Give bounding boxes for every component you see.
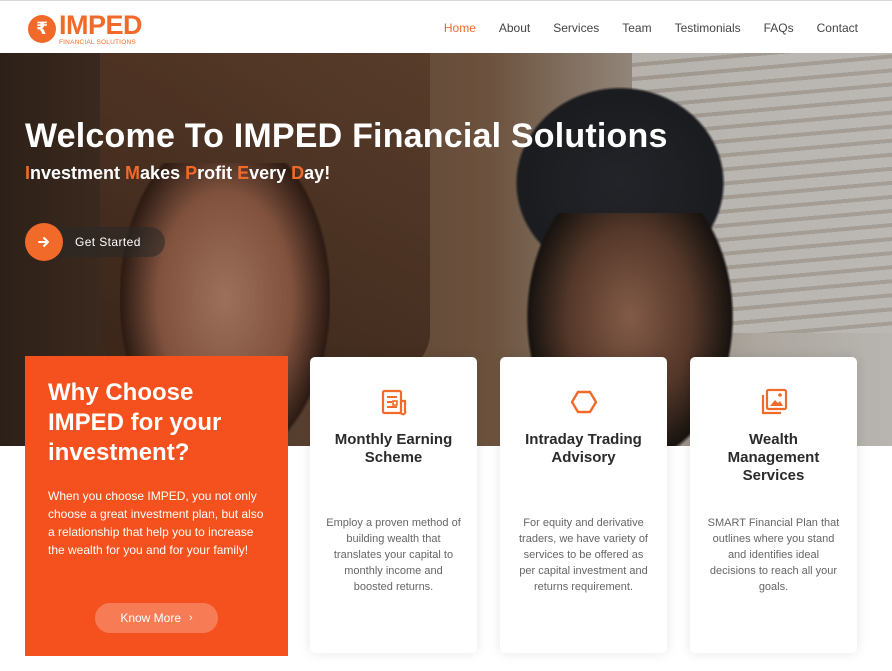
- why-choose-text: When you choose IMPED, you not only choo…: [48, 489, 264, 557]
- get-started-button[interactable]: Get Started: [25, 223, 165, 261]
- tagline-letter: P: [185, 163, 198, 183]
- service-title: Intraday Trading Advisory: [525, 431, 642, 466]
- nav-faqs[interactable]: FAQs: [764, 21, 794, 35]
- know-more-button[interactable]: Know More ›: [95, 603, 218, 633]
- logo-sub-text: FINANCIAL SOLUTIONS: [59, 38, 136, 46]
- service-title: Monthly Earning Scheme: [334, 431, 453, 466]
- tagline-letter: D: [291, 163, 305, 183]
- nav-team[interactable]: Team: [622, 21, 651, 35]
- logo-text: IMPED FINANCIAL SOLUTIONS: [59, 9, 143, 47]
- why-choose-title: Why Choose IMPED for your investment?: [48, 379, 222, 466]
- tagline-word: ay!: [304, 163, 331, 183]
- get-started-label: Get Started: [55, 227, 165, 257]
- images-icon: [761, 388, 787, 415]
- service-text: SMART Financial Plan that outlines where…: [707, 517, 840, 593]
- hero-title: Welcome To IMPED Financial Solutions: [25, 117, 668, 155]
- tagline-word: very: [249, 163, 292, 183]
- service-text: Employ a proven method of building wealt…: [326, 517, 461, 593]
- tagline-word: nvestment: [30, 163, 126, 183]
- tagline-letter: E: [237, 163, 250, 183]
- why-choose-box: Why Choose IMPED for your investment? Wh…: [25, 356, 288, 656]
- nav-home[interactable]: Home: [444, 21, 476, 35]
- tagline-word: akes: [140, 163, 186, 183]
- hero-tagline: Investment Makes Profit Every Day!: [25, 163, 330, 184]
- tagline-letter: M: [125, 163, 141, 183]
- service-card-monthly-earning[interactable]: Monthly Earning Scheme Employ a proven m…: [310, 357, 477, 653]
- nav-testimonials[interactable]: Testimonials: [675, 21, 741, 35]
- rupee-logo-icon: ₹: [28, 15, 56, 43]
- nav-about[interactable]: About: [499, 21, 530, 35]
- nav-services[interactable]: Services: [553, 21, 599, 35]
- tagline-word: rofit: [197, 163, 238, 183]
- service-title: Wealth Management Services: [727, 431, 820, 484]
- chevron-right-icon: ›: [189, 612, 193, 624]
- site-header: ₹ IMPED FINANCIAL SOLUTIONS Home About S…: [0, 0, 892, 53]
- hexagon-icon: [570, 390, 597, 414]
- logo[interactable]: ₹ IMPED FINANCIAL SOLUTIONS: [28, 9, 143, 49]
- document-icon: [381, 389, 406, 416]
- service-text: For equity and derivative traders, we ha…: [518, 517, 648, 593]
- arrow-right-icon: [25, 223, 63, 261]
- logo-main-text: IMPED: [59, 9, 143, 40]
- service-card-intraday-trading[interactable]: Intraday Trading Advisory For equity and…: [500, 357, 667, 653]
- know-more-label: Know More: [120, 611, 182, 625]
- main-nav: Home About Services Team Testimonials FA…: [421, 1, 858, 54]
- service-card-wealth-management[interactable]: Wealth Management Services SMART Financi…: [690, 357, 857, 653]
- nav-contact[interactable]: Contact: [817, 21, 858, 35]
